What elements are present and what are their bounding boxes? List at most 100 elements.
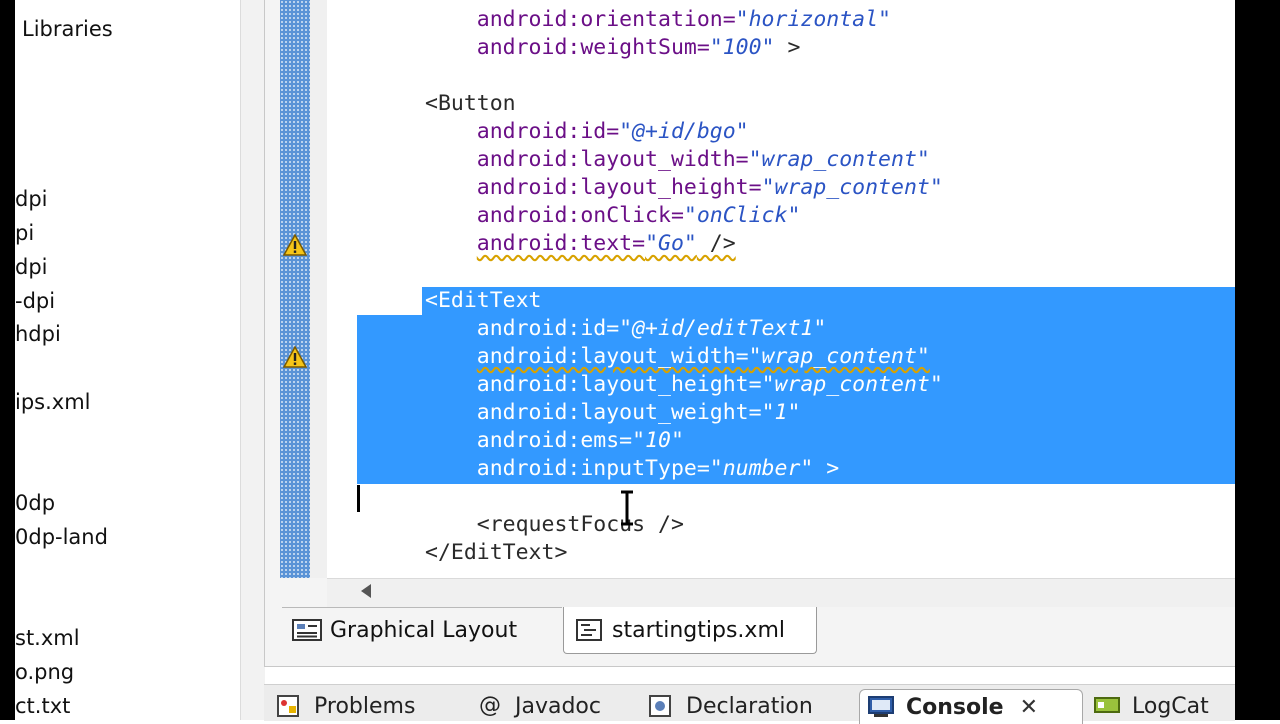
tree-item[interactable]: 0dp [15, 490, 55, 516]
tab-problems[interactable]: Problems [276, 689, 415, 723]
package-explorer: Libraries dpi pi dpi -dpi hdpi ips.xml 0… [15, 0, 240, 720]
tab-label: LogCat [1132, 693, 1209, 719]
xml-attribute: android:layout_height= [476, 371, 762, 397]
code-line[interactable]: android:layout_weight="1" [425, 399, 801, 427]
view-divider[interactable] [240, 0, 265, 720]
horizontal-scrollbar[interactable] [327, 578, 1235, 607]
tab-label: startingtips.xml [612, 617, 785, 643]
code-line[interactable]: android:inputType="number" > [425, 455, 839, 483]
code-line[interactable]: android:onClick="onClick" [425, 202, 801, 230]
tab-graphical-layout[interactable]: Graphical Layout [282, 607, 562, 652]
xml-value: "@+id/editText1" [619, 315, 827, 341]
code-line[interactable]: android:ems="10" [425, 427, 684, 455]
close-icon[interactable]: ✕ [1020, 695, 1038, 720]
xml-attribute: android:layout_weight= [476, 399, 762, 425]
xml-tag: </EditText> [425, 539, 568, 565]
xml-value: "1" [761, 399, 801, 425]
xml-attribute: android:text= [476, 231, 646, 257]
xml-attribute: android:ems= [476, 427, 633, 453]
tree-item[interactable]: pi [15, 220, 34, 246]
code-line[interactable]: android:layout_height="wrap_content" [425, 174, 943, 202]
warning-icon[interactable] [283, 346, 307, 368]
editor-tab-bar: Graphical Layout startingtips.xml [280, 607, 1235, 657]
tree-item[interactable]: ct.txt [15, 693, 70, 719]
tree-item[interactable]: -dpi [15, 288, 55, 314]
code-line[interactable]: <Button [425, 90, 516, 118]
xml-value: "@+id/bgo" [619, 119, 749, 145]
xml-value: "number" [709, 455, 814, 481]
tab-logcat[interactable]: LogCat [1094, 689, 1209, 723]
xml-value: "Go" [645, 231, 697, 257]
code-line[interactable]: android:layout_height="wrap_content" [425, 371, 943, 399]
console-icon [868, 696, 894, 717]
warning-icon[interactable] [283, 234, 307, 256]
xml-attribute: android:layout_width= [476, 147, 749, 173]
quick-diff-ruler [280, 0, 310, 578]
xml-value: "10" [632, 427, 684, 453]
at-sign-icon: @ [479, 693, 501, 718]
tree-item[interactable]: ips.xml [15, 389, 91, 415]
bottom-view-tabs: Problems @ Javadoc Declaration Console ✕… [264, 684, 1235, 724]
xml-tag: > [774, 35, 801, 61]
tab-label: Javadoc [515, 693, 601, 719]
layout-icon [292, 619, 322, 641]
tab-label: Declaration [686, 693, 813, 719]
tree-item-libraries[interactable]: Libraries [22, 16, 113, 42]
tab-declaration[interactable]: Declaration [648, 689, 813, 723]
tree-item[interactable]: 0dp-land [15, 524, 108, 550]
tab-console[interactable]: Console ✕ [859, 689, 1083, 724]
tab-label: Problems [314, 693, 416, 719]
xml-attribute: android:weightSum= [476, 35, 710, 61]
xml-tag: /> [696, 231, 736, 257]
tree-item[interactable]: dpi [15, 186, 48, 212]
xml-attribute: android:orientation= [476, 7, 736, 32]
window-edge [1235, 0, 1280, 720]
code-line[interactable]: android:text="Go" /> [425, 230, 736, 258]
xml-value: "horizontal" [735, 7, 892, 32]
code-line[interactable]: android:orientation="horizontal" [425, 6, 891, 34]
scroll-left-arrow-icon[interactable] [361, 584, 371, 598]
xml-attribute: android:id= [476, 119, 620, 145]
tab-xml-source[interactable]: startingtips.xml [563, 607, 817, 654]
code-line[interactable]: android:weightSum="100" > [425, 34, 801, 62]
xml-value: "wrap_content" [748, 343, 930, 369]
code-line[interactable]: android:id="@+id/bgo" [425, 118, 749, 146]
xml-value: "wrap_content" [761, 371, 943, 397]
logcat-icon [1094, 697, 1120, 713]
xml-attribute: android:onClick= [476, 203, 684, 229]
code-line[interactable]: android:layout_width="wrap_content" [425, 146, 930, 174]
xml-value: "wrap_content" [748, 147, 930, 173]
tab-label: Graphical Layout [330, 617, 518, 643]
tree-item[interactable]: o.png [15, 659, 74, 685]
xml-tag: > [813, 455, 840, 481]
code-line[interactable]: android:id="@+id/editText1" [425, 315, 827, 343]
tab-javadoc[interactable]: @ Javadoc [477, 689, 601, 723]
tree-item[interactable]: hdpi [15, 321, 61, 347]
code-line[interactable]: <EditText [425, 287, 542, 315]
xml-attribute: android:layout_height= [476, 175, 762, 201]
declaration-icon [649, 695, 671, 717]
code-line[interactable]: android:layout_width="wrap_content" [425, 343, 930, 371]
xml-attribute: android:layout_width= [476, 343, 749, 369]
code-line[interactable]: <requestFocus /> [425, 511, 684, 539]
code-line[interactable]: </EditText> [425, 539, 567, 567]
tree-item[interactable]: dpi [15, 254, 48, 280]
annotation-ruler [310, 0, 327, 578]
xml-file-icon [576, 619, 602, 641]
xml-value: "wrap_content" [761, 175, 943, 201]
xml-tag: <requestFocus /> [476, 511, 684, 537]
tree-item[interactable]: st.xml [15, 625, 80, 651]
selection-highlight [422, 287, 1235, 316]
xml-tag: <EditText [425, 287, 542, 313]
